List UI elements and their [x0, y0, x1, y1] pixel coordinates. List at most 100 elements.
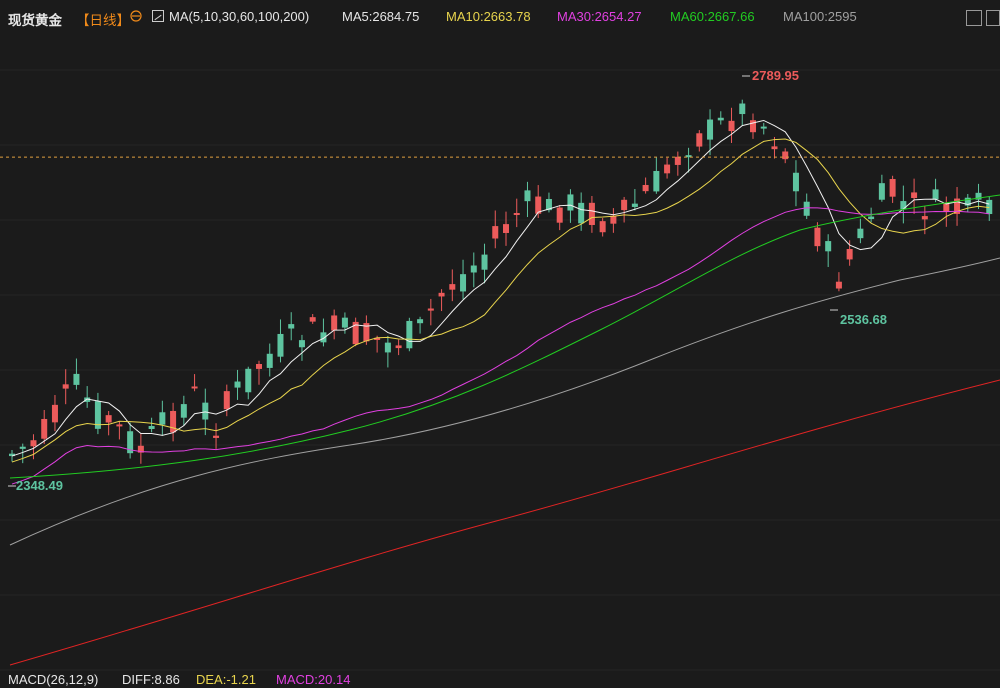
candle-body — [567, 194, 574, 211]
candle-body — [728, 120, 735, 132]
candle-body — [556, 207, 563, 223]
candle-body — [771, 146, 778, 150]
candle-body — [30, 440, 37, 447]
candle-body — [835, 281, 842, 289]
candle-body — [213, 435, 220, 438]
candle-body — [653, 170, 660, 192]
candle-body — [492, 226, 499, 239]
candle-body — [868, 216, 875, 220]
ma5-value: MA5:2684.75 — [342, 9, 420, 24]
candle-body — [524, 190, 531, 202]
candle-body — [19, 446, 26, 449]
candle-body — [51, 404, 58, 423]
candle-body — [277, 333, 284, 357]
ma10-value: MA10:2663.78 — [446, 9, 531, 24]
candle-body — [41, 418, 48, 439]
candle-body — [513, 213, 520, 216]
candle-body — [245, 368, 252, 393]
candle-body — [438, 292, 445, 297]
ma30-line — [11, 207, 990, 485]
candle-body — [470, 265, 477, 273]
left-low-label: 2348.49 — [16, 478, 63, 493]
candle-body — [180, 404, 187, 418]
candle-body — [116, 424, 123, 427]
candle-body — [707, 119, 714, 140]
candle-body — [846, 249, 853, 260]
ma10-line — [11, 138, 990, 463]
candle-body — [449, 284, 456, 290]
candle-body — [223, 391, 230, 410]
high-price-label: 2789.95 — [752, 68, 799, 83]
period-selector[interactable]: 【日线】 — [76, 9, 130, 29]
low-price-label: 2536.68 — [840, 312, 887, 327]
candle-body — [674, 156, 681, 165]
candle-body — [814, 227, 821, 247]
candle-body — [588, 202, 595, 225]
candle-body — [256, 363, 262, 369]
candle-body — [911, 192, 918, 199]
candle-body — [62, 384, 69, 389]
candle-body — [803, 201, 810, 216]
candle-body — [170, 410, 177, 433]
candle-body — [631, 203, 638, 207]
maximize-icon[interactable] — [986, 10, 1000, 26]
candle-body — [266, 353, 273, 368]
candle-body — [191, 386, 198, 389]
ma60-value: MA60:2667.66 — [670, 9, 755, 24]
candle-body — [782, 151, 789, 160]
candle-body — [664, 164, 671, 174]
ma5-line — [11, 119, 990, 457]
ma100-value: MA100:2595 — [783, 9, 857, 24]
instrument-title: 现货黄金 — [8, 13, 62, 28]
candle-body — [309, 317, 316, 322]
ma30-value: MA30:2654.27 — [557, 9, 642, 24]
ma100-line — [9, 257, 1000, 546]
candlestick-chart[interactable]: 2789.95 2536.68 2348.49 — [0, 0, 1000, 688]
candle-body — [921, 216, 928, 220]
candle-body — [825, 241, 832, 252]
candle-body — [406, 320, 413, 349]
crosshair-icon[interactable] — [130, 10, 142, 22]
ma-indicator-label: MA(5,10,30,60,100,200) — [169, 9, 310, 24]
candle-body — [298, 340, 305, 348]
candle-body — [384, 342, 391, 353]
candle-body — [696, 133, 703, 147]
candle-body — [878, 183, 885, 200]
candle-body — [792, 172, 799, 192]
candle-body — [889, 178, 896, 197]
ma200-line — [9, 379, 1000, 666]
macd-footer: MACD(26,12,9) DIFF:8.86 DEA:-1.21 MACD:2… — [0, 669, 1000, 688]
candle-body — [621, 199, 628, 211]
chart-header: 现货黄金 【日线】 MA(5,10,30,60,100,200) MA5:268… — [0, 0, 1000, 40]
macd-indicator-label: MACD(26,12,9) — [8, 672, 99, 687]
candle-body — [481, 254, 488, 270]
candle-body — [202, 402, 209, 420]
candle-body — [460, 274, 467, 292]
candle-body — [610, 215, 617, 224]
candle-body — [760, 126, 767, 129]
candle-body — [599, 221, 606, 233]
candle-body — [932, 189, 939, 200]
candle-body — [288, 324, 295, 329]
candle-body — [900, 201, 907, 210]
candle-body — [395, 345, 402, 349]
candle-body — [73, 373, 80, 385]
candle-body — [739, 103, 746, 115]
candle-body — [857, 228, 864, 239]
macd-value: MACD:20.14 — [276, 672, 351, 687]
ma60-line — [9, 194, 1000, 479]
candle-body — [341, 317, 348, 328]
candle-body — [105, 415, 112, 423]
candle-body — [578, 202, 585, 224]
candle-body — [717, 117, 724, 121]
candle-body — [417, 319, 424, 324]
candle-body — [234, 381, 241, 388]
candle-body — [159, 412, 166, 425]
candle-body — [427, 308, 434, 311]
candle-body — [503, 224, 509, 233]
grid-layout-icon[interactable] — [966, 10, 982, 26]
ma-settings-icon[interactable] — [152, 10, 164, 22]
candle-body — [331, 315, 338, 331]
macd-dea-value: DEA:-1.21 — [196, 672, 256, 687]
macd-diff-value: DIFF:8.86 — [122, 672, 180, 687]
